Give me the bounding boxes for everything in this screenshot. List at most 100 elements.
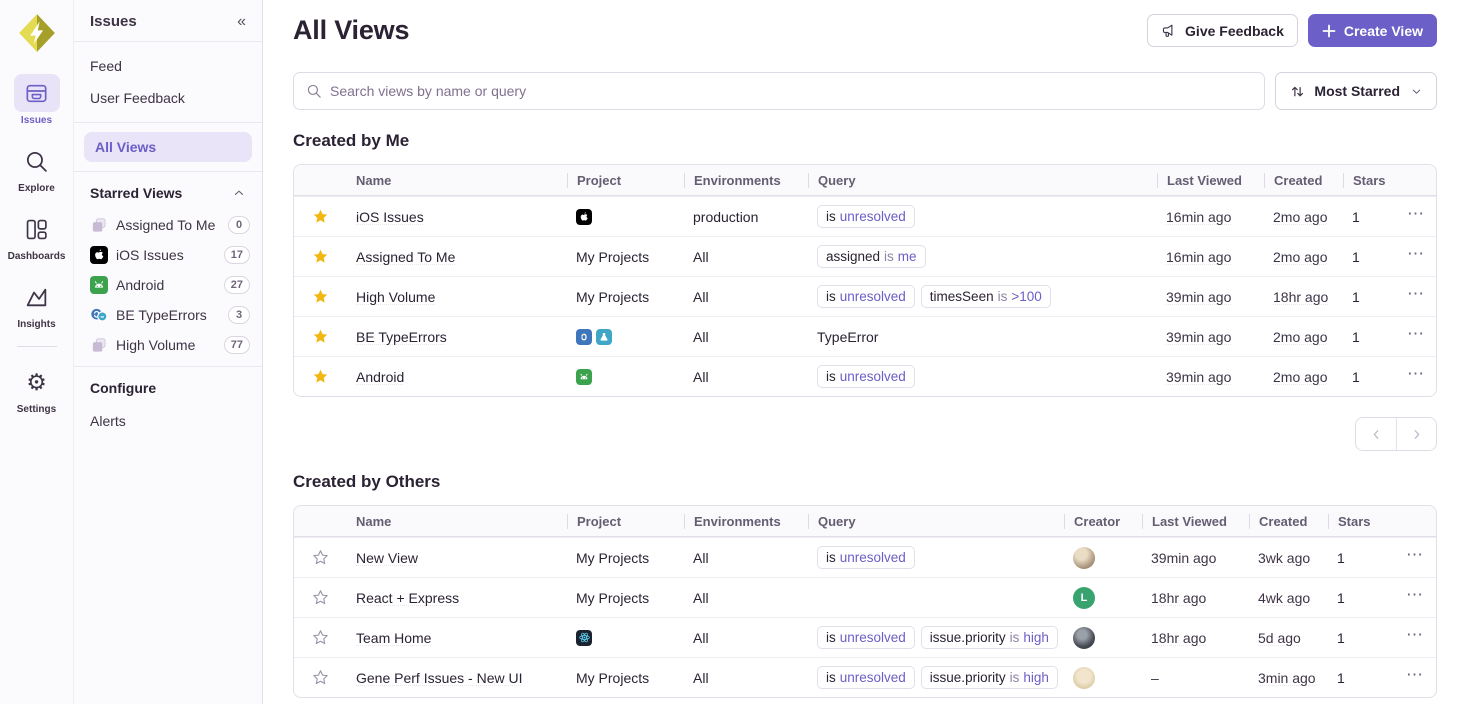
give-feedback-label: Give Feedback [1185, 23, 1284, 39]
creator-cell [1064, 627, 1142, 649]
rail-item-insights[interactable]: Insights [0, 278, 73, 330]
created-value: 2mo ago [1273, 329, 1327, 345]
view-name-link[interactable]: Gene Perf Issues - New UI [356, 670, 523, 686]
rail-item-settings[interactable]: ⚙Settings [0, 363, 73, 415]
search-views-box [293, 72, 1265, 110]
more-options-button[interactable]: ⋯ [1407, 205, 1425, 228]
sidebar-item-user-feedback[interactable]: User Feedback [74, 82, 262, 114]
environments-cell: All [684, 369, 808, 385]
query-token: unresolved [840, 369, 906, 384]
query-pill: isunresolved [817, 285, 915, 308]
query-cell: isunresolvedissue.priorityishigh [808, 666, 1064, 689]
more-options-button[interactable]: ⋯ [1407, 325, 1425, 348]
unstar-button[interactable] [294, 197, 347, 236]
star-button[interactable] [294, 618, 347, 657]
create-view-button[interactable]: Create View [1308, 14, 1437, 47]
rail-item-label: Dashboards [8, 251, 66, 262]
search-views-input[interactable] [330, 83, 1252, 99]
sidebar: Issues « FeedUser Feedback All Views Sta… [74, 0, 263, 704]
project-cell: My Projects [567, 289, 684, 305]
pagination-prev-button[interactable] [1356, 418, 1396, 450]
starred-view-item[interactable]: Android27 [74, 270, 262, 300]
starred-view-item[interactable]: BE TypeErrors3 [74, 300, 262, 330]
last-viewed-cell: 18hr ago [1142, 630, 1249, 646]
starred-view-item[interactable]: High Volume77 [74, 330, 262, 360]
view-name-link[interactable]: React + Express [356, 590, 459, 606]
last-viewed-value: 39min ago [1166, 289, 1231, 305]
query-token: >100 [1011, 289, 1041, 304]
last-viewed-cell: 18hr ago [1142, 590, 1249, 606]
more-options-button[interactable]: ⋯ [1407, 285, 1425, 308]
last-viewed-cell: 16min ago [1157, 209, 1264, 225]
pagination-next-button[interactable] [1396, 418, 1436, 450]
name-cell: High Volume [347, 289, 567, 305]
more-options-button[interactable]: ⋯ [1407, 365, 1425, 388]
give-feedback-button[interactable]: Give Feedback [1147, 14, 1298, 47]
sidebar-item-alerts[interactable]: Alerts [74, 405, 262, 437]
starred-view-item[interactable]: Assigned To Me0 [74, 210, 262, 240]
main-content: All Views Give Feedback Create View [263, 0, 1471, 704]
project-cell: My Projects [567, 670, 684, 686]
unstar-button[interactable] [294, 317, 347, 356]
table-row: Team HomeAllisunresolvedissue.priorityis… [294, 617, 1436, 657]
rail-item-dashboards[interactable]: Dashboards [0, 210, 73, 262]
unstar-button[interactable] [294, 237, 347, 276]
name-cell: iOS Issues [347, 209, 567, 225]
created-cell: 2mo ago [1264, 209, 1343, 225]
chevron-down-icon [1410, 85, 1423, 98]
environments-cell: All [684, 550, 808, 566]
view-name-link[interactable]: BE TypeErrors [356, 329, 447, 345]
view-name-link[interactable]: Android [356, 369, 404, 385]
query-token: unresolved [840, 630, 906, 645]
created-cell: 2mo ago [1264, 329, 1343, 345]
name-cell: Assigned To Me [347, 249, 567, 265]
rail-item-explore[interactable]: Explore [0, 142, 73, 194]
query-pill: issue.priorityishigh [921, 666, 1058, 689]
creator-avatar [1073, 547, 1095, 569]
view-name-link[interactable]: Team Home [356, 630, 431, 646]
view-name-link[interactable]: Assigned To Me [356, 249, 455, 265]
actions-cell: ⋯ [1397, 626, 1437, 649]
collapse-sidebar-icon[interactable]: « [237, 14, 246, 30]
view-generic-icon [90, 216, 108, 234]
creator-cell: L [1064, 587, 1142, 609]
star-button[interactable] [294, 538, 347, 577]
created-cell: 2mo ago [1264, 249, 1343, 265]
column-header: Environments [684, 173, 808, 188]
created-by-others-heading: Created by Others [293, 472, 1437, 492]
more-options-button[interactable]: ⋯ [1407, 245, 1425, 268]
created-cell: 2mo ago [1264, 369, 1343, 385]
pagination [1355, 417, 1437, 451]
settings-icon: ⚙ [14, 363, 60, 401]
issues-icon [14, 74, 60, 112]
chevron-up-icon[interactable] [232, 186, 246, 200]
starred-view-item[interactable]: iOS Issues17 [74, 240, 262, 270]
more-options-button[interactable]: ⋯ [1406, 546, 1424, 569]
sidebar-item-feed[interactable]: Feed [74, 50, 262, 82]
project-cell [567, 369, 684, 385]
more-options-button[interactable]: ⋯ [1406, 586, 1424, 609]
dashboards-icon [14, 210, 60, 248]
stars-cell: 1 [1328, 590, 1397, 606]
column-header: Environments [684, 514, 808, 529]
created-cell: 3wk ago [1249, 550, 1328, 566]
query-token: is [826, 670, 836, 685]
more-options-button[interactable]: ⋯ [1406, 666, 1424, 689]
star-button[interactable] [294, 578, 347, 617]
sidebar-item-all-views[interactable]: All Views [84, 132, 252, 162]
actions-cell: ⋯ [1398, 245, 1437, 268]
column-header: Name [347, 173, 567, 188]
project-label: My Projects [576, 550, 649, 566]
star-button[interactable] [294, 658, 347, 697]
environments-cell: All [684, 590, 808, 606]
sort-select[interactable]: Most Starred [1275, 72, 1437, 110]
view-name-link[interactable]: High Volume [356, 289, 435, 305]
view-name-link[interactable]: iOS Issues [356, 209, 424, 225]
view-name-link[interactable]: New View [356, 550, 418, 566]
created-value: 3min ago [1258, 670, 1316, 686]
unstar-button[interactable] [294, 357, 347, 396]
rail-item-issues[interactable]: Issues [0, 74, 73, 126]
more-options-button[interactable]: ⋯ [1406, 626, 1424, 649]
unstar-button[interactable] [294, 277, 347, 316]
sentry-logo-icon[interactable] [16, 12, 58, 54]
